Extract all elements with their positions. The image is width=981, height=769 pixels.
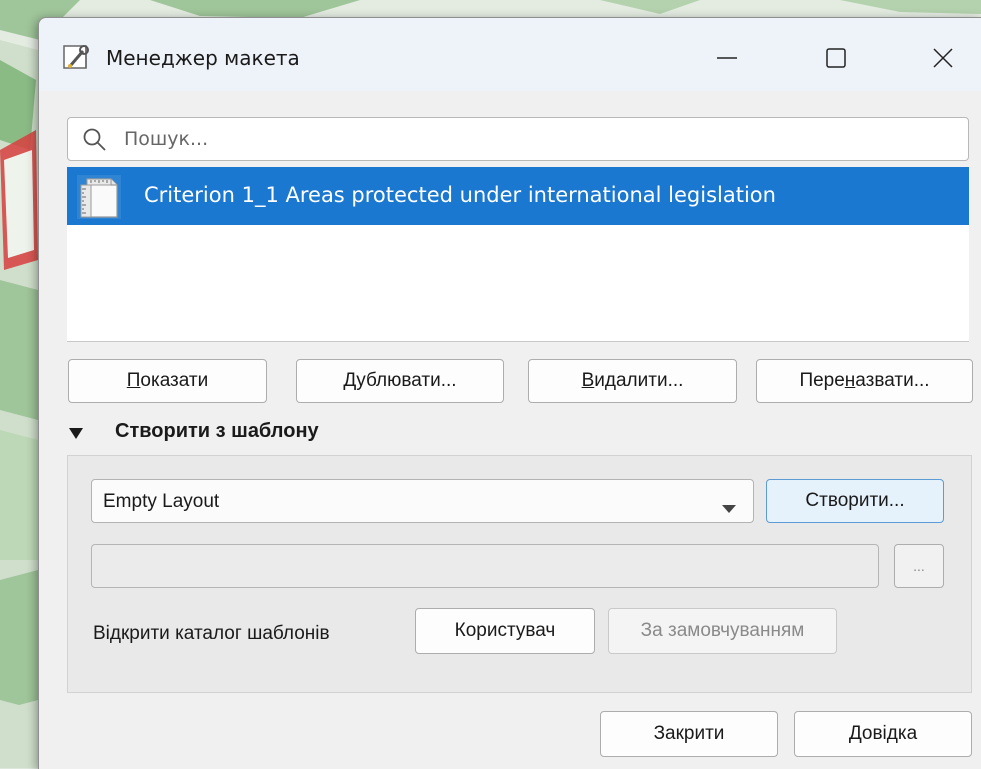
- print-layout-icon: [73, 171, 125, 223]
- duplicate-mnemonic: Д: [343, 370, 357, 391]
- delete-button[interactable]: Видалити...: [528, 359, 737, 403]
- rename-label-pre: Пере: [799, 370, 845, 391]
- search-input[interactable]: [124, 125, 944, 153]
- rename-button[interactable]: Пере н азвати...: [756, 359, 973, 403]
- layout-manager-icon: [63, 43, 91, 71]
- rename-mnemonic: н: [844, 370, 856, 391]
- user-templates-button[interactable]: Користувач: [415, 608, 595, 654]
- collapse-triangle-icon[interactable]: [68, 424, 84, 440]
- layout-name: Criterion 1_1 Areas protected under inte…: [144, 183, 776, 207]
- template-path-field[interactable]: [91, 544, 879, 588]
- open-template-dir-label: Відкрити каталог шаблонів: [93, 623, 330, 644]
- browse-button[interactable]: ...: [894, 544, 944, 588]
- rename-label-post: азвати...: [855, 370, 930, 391]
- search-box[interactable]: [67, 117, 969, 161]
- show-mnemonic: П: [126, 370, 141, 391]
- create-button[interactable]: Створити...: [766, 479, 944, 523]
- chevron-down-icon: [722, 497, 736, 519]
- close-button[interactable]: Закрити: [600, 711, 778, 757]
- delete-mnemonic: В: [581, 370, 595, 391]
- list-item[interactable]: Criterion 1_1 Areas protected under inte…: [67, 167, 969, 225]
- duplicate-label-post: ублювати...: [356, 370, 457, 391]
- show-label-post: оказати: [140, 370, 209, 391]
- close-icon: [933, 48, 953, 68]
- default-templates-button[interactable]: За замовчуванням: [608, 608, 837, 654]
- window-title: Менеджер макета: [106, 46, 300, 70]
- template-select-value: Empty Layout: [103, 491, 220, 512]
- show-button[interactable]: Показати: [68, 359, 267, 403]
- title-bar[interactable]: Менеджер макета: [39, 18, 981, 91]
- maximize-button[interactable]: [812, 38, 860, 78]
- search-icon: [82, 127, 108, 158]
- delete-label-post: идалити...: [594, 370, 684, 391]
- minimize-icon: [717, 57, 737, 59]
- layout-manager-dialog: Менеджер макета Пошук... Criterion 1_1 A…: [38, 17, 981, 769]
- help-button[interactable]: Довідка: [794, 711, 972, 757]
- minimize-button[interactable]: [703, 38, 751, 78]
- template-select[interactable]: Empty Layout: [91, 479, 754, 523]
- close-window-button[interactable]: [919, 38, 967, 78]
- maximize-icon: [826, 48, 846, 68]
- duplicate-button[interactable]: Дублювати...: [296, 359, 504, 403]
- layout-list[interactable]: Criterion 1_1 Areas protected under inte…: [67, 167, 969, 342]
- create-from-template-heading[interactable]: Створити з шаблону: [115, 420, 319, 443]
